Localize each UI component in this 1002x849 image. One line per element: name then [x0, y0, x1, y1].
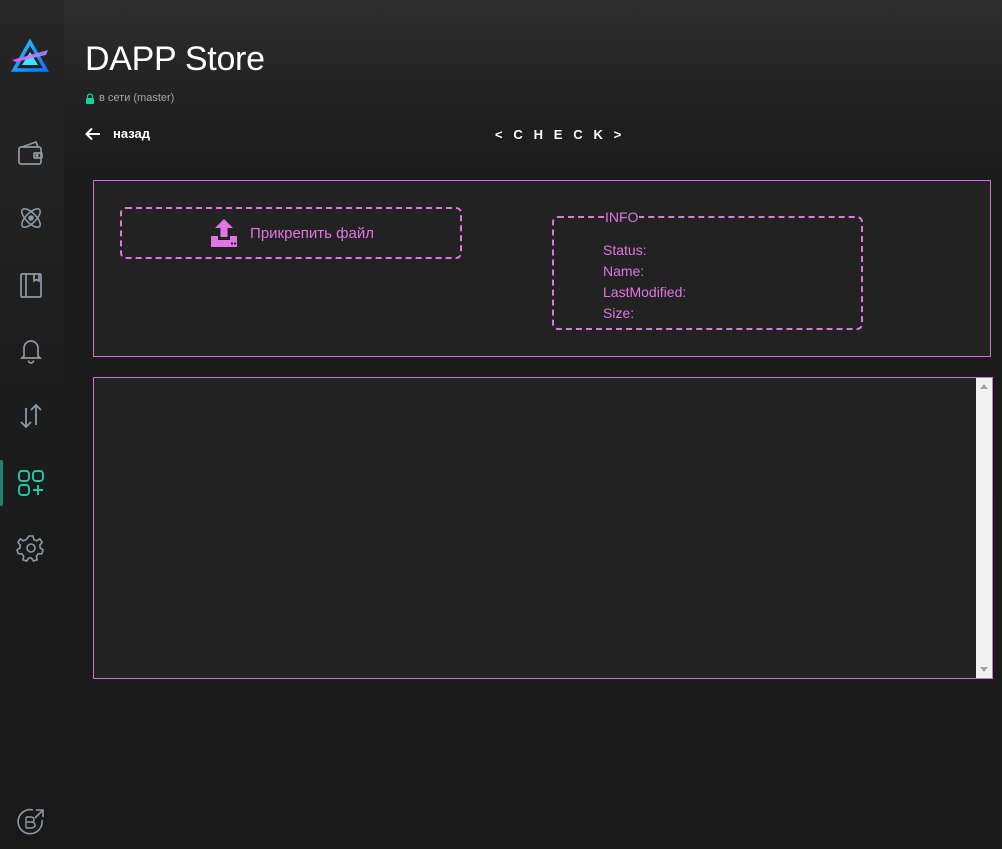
info-last-modified: LastModified: [603, 284, 687, 300]
attach-file-label: Прикрепить файл [250, 224, 374, 242]
info-name: Name: [603, 263, 645, 279]
info-status: Status: [603, 242, 647, 258]
info-list: Status: Name: LastModified: Size: [603, 240, 686, 324]
beam-logo-icon [10, 38, 50, 72]
info-size: Size: [603, 305, 635, 321]
dapps-grid-icon[interactable] [14, 466, 48, 500]
wallet-icon[interactable] [14, 137, 48, 171]
scroll-down-arrow-icon[interactable] [980, 667, 988, 672]
info-legend: INFO [604, 209, 640, 225]
scroll-up-arrow-icon[interactable] [980, 384, 988, 389]
beam-explorer-external-icon[interactable] [15, 806, 47, 838]
vertical-scrollbar[interactable] [976, 378, 992, 678]
sidebar [0, 0, 64, 849]
transfer-arrows-icon[interactable] [14, 399, 48, 433]
app-window: DAPP Store в сети (master) назад < C H E… [0, 0, 1002, 849]
nav-row: назад < C H E C K > [85, 126, 621, 146]
network-status: в сети (master) [85, 92, 174, 104]
arrow-left-icon [85, 127, 100, 140]
back-button[interactable]: назад [85, 126, 150, 141]
attach-file-button[interactable]: Прикрепить файл [120, 207, 462, 259]
notebook-icon[interactable] [14, 268, 48, 302]
lock-icon [86, 92, 94, 104]
upload-panel: Прикрепить файл INFO Status: Name: LastM… [93, 180, 991, 357]
bell-icon[interactable] [14, 333, 48, 367]
sidebar-active-indicator [0, 460, 3, 506]
network-status-text: в сети (master) [99, 92, 175, 104]
gear-icon[interactable] [14, 531, 48, 565]
page-title: DAPP Store [85, 40, 265, 78]
atom-icon[interactable] [14, 201, 48, 235]
back-label: назад [113, 126, 151, 141]
output-textarea[interactable] [93, 377, 993, 679]
info-box: INFO Status: Name: LastModified: Size: [552, 210, 863, 330]
page-heading: < C H E C K > [495, 127, 625, 142]
upload-icon [211, 219, 238, 247]
